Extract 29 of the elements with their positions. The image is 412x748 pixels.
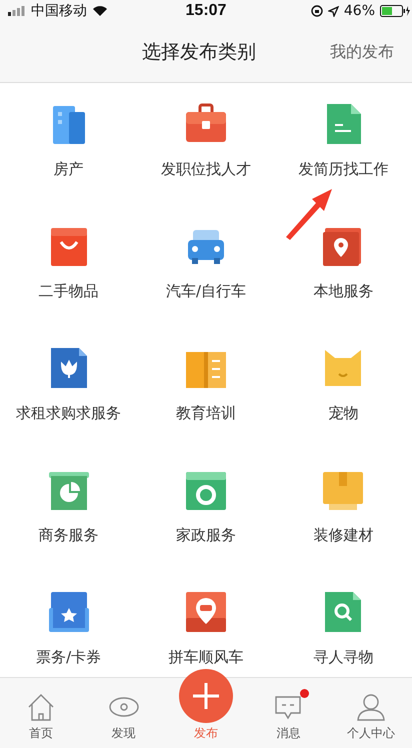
tab-item[interactable]: 个人中心 — [330, 678, 412, 748]
category-item[interactable]: 装修建材 — [274, 449, 412, 571]
category-item[interactable]: 教育培训 — [137, 327, 275, 449]
person-icon — [356, 693, 386, 721]
location-arrow-icon — [328, 6, 339, 16]
tab-item[interactable]: 消息 — [247, 678, 330, 748]
category-item[interactable]: 本地服务 — [274, 205, 412, 327]
battery-charging-icon — [380, 5, 410, 17]
page-title: 选择发布类别 — [142, 40, 256, 65]
wifi-icon — [92, 5, 108, 17]
carrier-name: 中国移动 — [31, 2, 87, 20]
tab-item[interactable]: 发现 — [82, 678, 165, 748]
rotation-lock-icon — [310, 5, 323, 17]
battery-percent: 46% — [344, 3, 375, 19]
category-item[interactable]: 汽车/自行车 — [137, 205, 275, 327]
category-item[interactable]: 发简历找工作 — [274, 83, 412, 205]
category-item[interactable]: 商务服务 — [0, 449, 138, 571]
category-item[interactable]: 房产 — [0, 83, 138, 205]
category-item[interactable]: 家政服务 — [137, 449, 275, 571]
category-item[interactable]: 票务/卡券 — [0, 571, 138, 677]
tab-item[interactable]: 首页 — [0, 678, 82, 748]
clock-time: 15:07 — [184, 2, 228, 20]
category-item[interactable]: 求租求购求服务 — [0, 327, 138, 449]
category-item[interactable]: 发职位找人才 — [137, 83, 275, 205]
category-item[interactable]: 寻人寻物 — [274, 571, 412, 677]
signal-icon — [8, 6, 26, 16]
category-item[interactable]: 宠物 — [274, 327, 412, 449]
category-item[interactable]: 二手物品 — [0, 205, 138, 327]
my-posts-link[interactable]: 我的发布 — [330, 42, 394, 62]
